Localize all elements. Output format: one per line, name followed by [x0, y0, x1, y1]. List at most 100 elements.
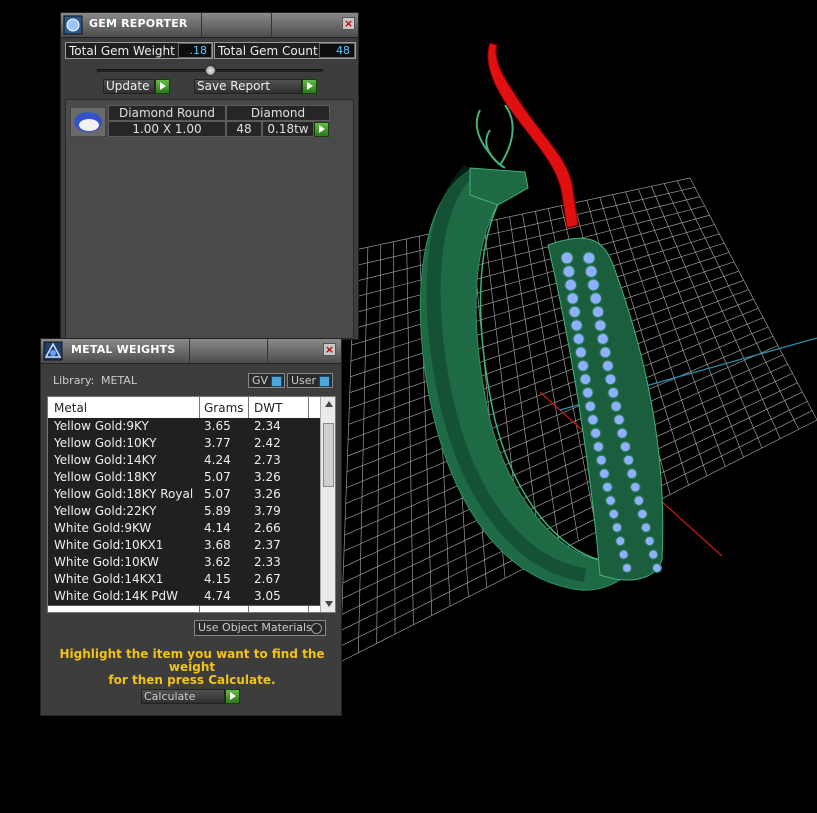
table-row[interactable]: Yellow Gold:10KY 3.77 2.42 — [48, 435, 320, 453]
instruction-text: Highlight the item you want to find the … — [59, 647, 325, 687]
metal-weights-app-icon — [43, 341, 63, 361]
gem-stone — [644, 535, 655, 547]
gem-stone — [601, 481, 613, 493]
gem-stone — [607, 386, 620, 399]
user-toggle[interactable]: User — [287, 373, 333, 388]
gem-shape-cell: Diamond Round — [108, 105, 226, 121]
gem-stone — [592, 441, 605, 453]
metal-cell: White Gold:14K PdW — [54, 589, 179, 603]
table-row[interactable]: Yellow Gold:18KY Royal 5.07 3.26 — [48, 486, 320, 504]
gem-reporter-titlebar[interactable]: GEM REPORTER × — [61, 13, 358, 38]
gem-stone — [586, 278, 600, 292]
gem-stone — [582, 251, 596, 265]
gem-stone — [601, 359, 614, 372]
metal-weights-table[interactable]: Metal Grams DWT Yellow Gold:9KY 3.65 2.34 Y… — [47, 396, 336, 613]
gem-stone — [616, 427, 628, 439]
metal-weights-titlebar[interactable]: METAL WEIGHTS × — [41, 339, 341, 364]
dwt-cell: 2.33 — [254, 555, 281, 569]
dwt-cell: 3.26 — [254, 487, 281, 501]
metal-cell: Yellow Gold:9KY — [54, 419, 149, 433]
gem-stone — [608, 508, 620, 520]
use-object-materials-toggle[interactable]: Use Object Materials — [194, 620, 326, 636]
dwt-cell: 2.42 — [254, 436, 281, 450]
gem-stone — [599, 346, 612, 359]
save-report-play-icon[interactable] — [302, 79, 317, 94]
calculate-play-icon[interactable] — [225, 689, 240, 704]
gv-toggle[interactable]: GV — [248, 373, 285, 388]
gem-stone — [596, 332, 610, 346]
total-gem-count-field: Total Gem Count 48 — [214, 42, 356, 59]
gem-select-play-icon[interactable] — [314, 122, 329, 137]
close-icon[interactable]: × — [323, 343, 336, 356]
metal-weights-title: METAL WEIGHTS — [71, 343, 176, 356]
dwt-cell: 3.79 — [254, 504, 281, 518]
gem-stone — [568, 305, 581, 319]
table-row[interactable]: White Gold:10KW 3.62 2.33 — [48, 554, 320, 572]
scroll-thumb[interactable] — [323, 423, 334, 487]
dwt-cell: 2.67 — [254, 572, 281, 586]
column-header-metal[interactable]: Metal — [54, 401, 87, 415]
library-label: Library: — [53, 374, 95, 387]
gem-stone — [619, 441, 631, 453]
dwt-cell: 2.66 — [254, 521, 281, 535]
table-header: Metal Grams DWT — [48, 397, 320, 419]
gem-stone — [560, 251, 574, 265]
gem-stone — [640, 522, 652, 533]
total-gem-count-value: 48 — [319, 43, 355, 58]
gem-stone — [629, 481, 641, 493]
gem-count-cell: 48 — [226, 121, 262, 137]
gem-stone — [648, 549, 659, 560]
update-button[interactable]: Update — [103, 79, 155, 94]
grams-cell: 4.24 — [204, 453, 231, 467]
gem-stone — [605, 495, 616, 507]
update-play-icon[interactable] — [155, 79, 170, 94]
table-row[interactable]: White Gold:10KX1 3.68 2.37 — [48, 537, 320, 555]
scroll-down-icon[interactable] — [325, 601, 333, 607]
gem-stone — [589, 292, 603, 305]
table-row[interactable]: White Gold:14KX1 4.15 2.67 — [48, 571, 320, 589]
table-row[interactable]: White Gold:9KW 4.14 2.66 — [48, 520, 320, 538]
gem-stone — [610, 400, 623, 413]
gem-list-area: Diamond Round Diamond 1.00 X 1.00 48 0.1… — [65, 99, 354, 339]
gem-weight-cell: 0.18tw — [262, 121, 314, 137]
calculate-button[interactable]: Calculate — [141, 689, 225, 704]
gem-stone — [651, 562, 663, 574]
gem-reporter-panel: GEM REPORTER × Total Gem Weight .18 Tota… — [60, 12, 359, 340]
table-row[interactable]: Yellow Gold:9KY 3.65 2.34 — [48, 418, 320, 436]
table-row[interactable]: White Gold:14K PdW 4.74 3.05 — [48, 588, 320, 606]
metal-cell: White Gold:10KW — [54, 555, 159, 569]
gem-stone — [604, 373, 617, 386]
metal-cell: Yellow Gold:14KY — [54, 453, 157, 467]
gem-reporter-title: GEM REPORTER — [89, 17, 188, 30]
metal-cell: Yellow Gold:22KY — [54, 504, 157, 518]
close-icon[interactable]: × — [342, 17, 355, 30]
dwt-cell: 3.26 — [254, 470, 281, 484]
save-report-button[interactable]: Save Report — [194, 79, 302, 94]
scroll-up-icon[interactable] — [325, 401, 333, 407]
gem-stone — [584, 264, 598, 279]
gem-stone — [562, 264, 576, 279]
dwt-cell: 2.37 — [254, 538, 281, 552]
dwt-cell: 2.73 — [254, 453, 281, 467]
gem-size-cell: 1.00 X 1.00 — [108, 121, 226, 137]
table-row[interactable]: Yellow Gold:18KY 5.07 3.26 — [48, 469, 320, 487]
table-scrollbar[interactable] — [320, 397, 335, 612]
panel-split-slider[interactable] — [205, 65, 216, 76]
gem-stone — [621, 562, 633, 574]
grams-cell: 3.77 — [204, 436, 231, 450]
grams-cell: 4.74 — [204, 589, 231, 603]
gem-list-item[interactable]: Diamond Round Diamond 1.00 X 1.00 48 0.1… — [68, 105, 330, 139]
gem-stone — [622, 454, 635, 466]
metal-weights-panel: METAL WEIGHTS × Library: METAL GV User M… — [40, 338, 342, 716]
gem-stone — [637, 508, 648, 520]
gem-reporter-app-icon — [63, 15, 83, 35]
gem-material-cell: Diamond — [226, 105, 330, 121]
gem-stone — [576, 359, 590, 372]
metal-cell: White Gold:10KX1 — [54, 538, 164, 552]
column-header-grams[interactable]: Grams — [204, 401, 244, 415]
gem-stone — [633, 495, 645, 507]
column-header-dwt[interactable]: DWT — [254, 401, 282, 415]
table-row[interactable]: Yellow Gold:22KY 5.89 3.79 — [48, 503, 320, 521]
table-row[interactable]: Yellow Gold:14KY 4.24 2.73 — [48, 452, 320, 470]
grams-cell: 4.15 — [204, 572, 231, 586]
